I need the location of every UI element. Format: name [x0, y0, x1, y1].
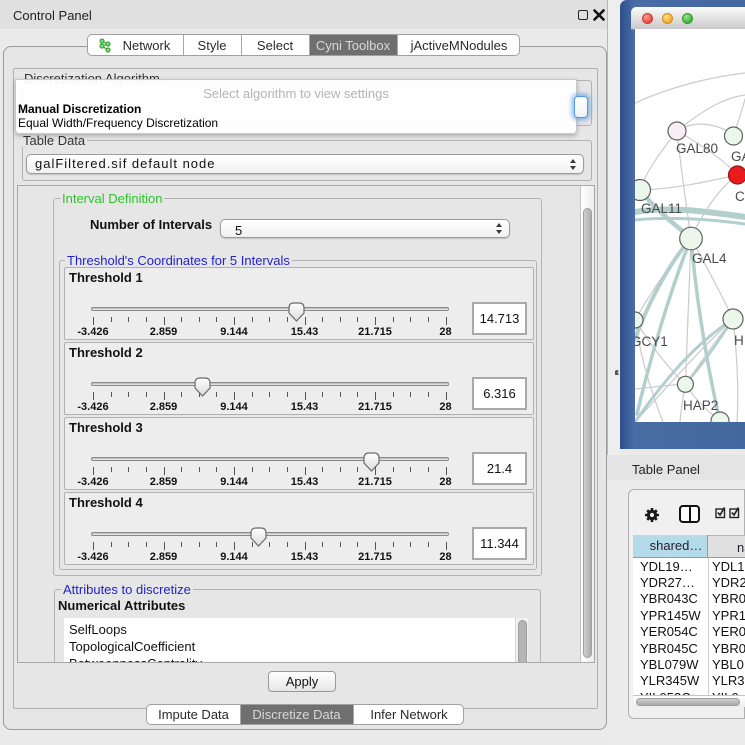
svg-text:H: H — [734, 333, 744, 348]
svg-text:GAL4: GAL4 — [692, 251, 727, 266]
svg-text:GAL80: GAL80 — [676, 141, 718, 156]
svg-text:C: C — [735, 189, 745, 204]
svg-text:GA: GA — [731, 149, 745, 164]
svg-text:HAP2: HAP2 — [683, 398, 718, 413]
svg-text:GAL11: GAL11 — [641, 201, 682, 216]
svg-text:GCY1: GCY1 — [635, 334, 668, 349]
